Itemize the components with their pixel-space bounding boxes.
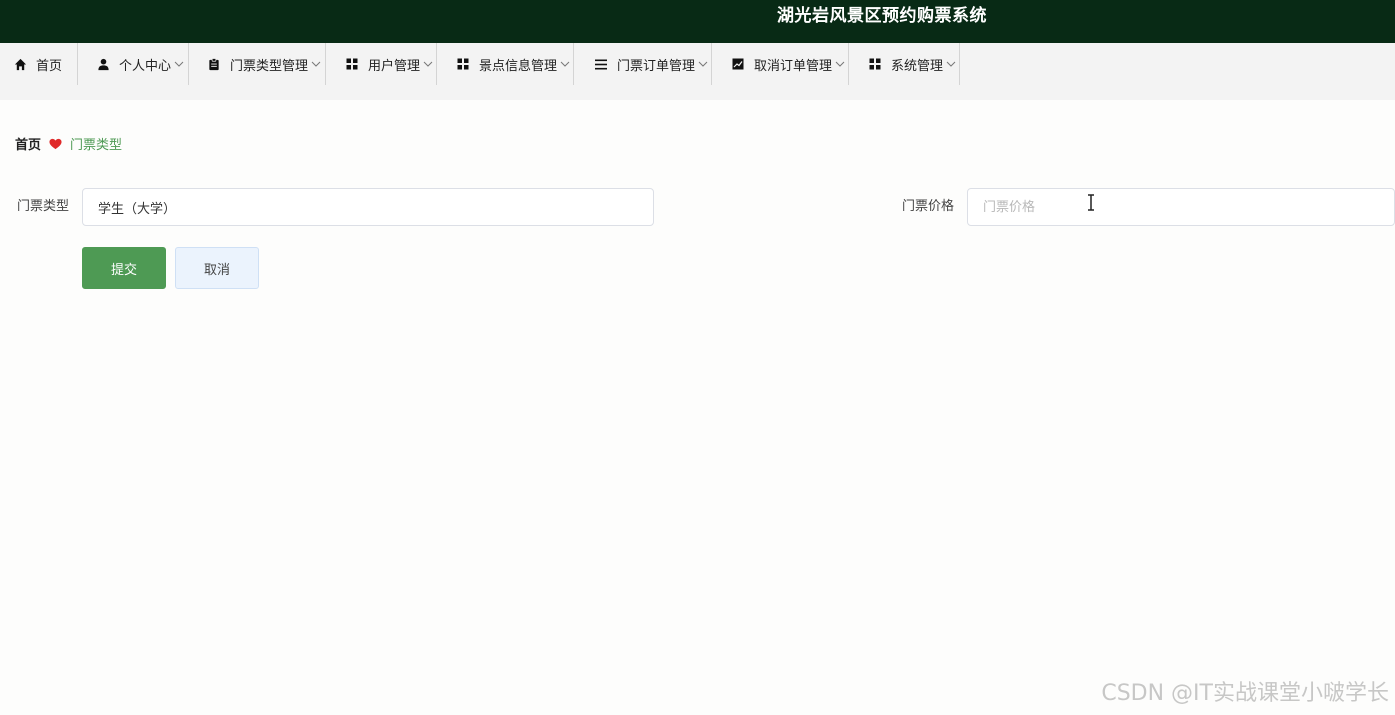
ticket-type-input[interactable] xyxy=(82,188,654,226)
chevron-down-icon xyxy=(835,61,845,67)
main-nav: 首页 个人中心 门票类型管理 用户管理 景点信息管理 门票订单管理 取消订单管理… xyxy=(0,43,1395,100)
nav-item-label: 首页 xyxy=(36,58,63,74)
heart-icon xyxy=(49,138,62,150)
nav-item-label: 取消订单管理 xyxy=(754,58,833,74)
submit-button[interactable]: 提交 xyxy=(82,247,166,289)
nav-item-label: 用户管理 xyxy=(368,58,421,74)
nav-item-home[interactable]: 首页 xyxy=(0,43,78,85)
user-icon xyxy=(96,57,110,71)
chevron-down-icon xyxy=(698,61,708,67)
nav-item-cancel-order-management[interactable]: 取消订单管理 xyxy=(712,43,849,85)
chevron-down-icon xyxy=(174,61,184,67)
ticket-price-label: 门票价格 xyxy=(902,199,955,214)
grid-icon xyxy=(456,57,470,71)
grid-icon xyxy=(868,57,882,71)
chevron-down-icon xyxy=(560,61,570,67)
chevron-down-icon xyxy=(311,61,321,67)
watermark-text: CSDN @IT实战课堂小啵学长 xyxy=(1101,681,1389,706)
nav-item-user-management[interactable]: 用户管理 xyxy=(326,43,437,85)
home-icon xyxy=(13,57,27,71)
breadcrumb-current: 门票类型 xyxy=(70,138,123,153)
nav-item-label: 门票类型管理 xyxy=(230,58,309,74)
chevron-down-icon xyxy=(946,61,956,67)
nav-item-scenic-info-management[interactable]: 景点信息管理 xyxy=(437,43,574,85)
ticket-type-label: 门票类型 xyxy=(17,199,70,214)
app-title: 湖光岩风景区预约购票系统 xyxy=(777,6,987,26)
text-cursor-icon xyxy=(1086,194,1096,215)
nav-item-label: 个人中心 xyxy=(119,58,172,74)
cancel-button[interactable]: 取消 xyxy=(175,247,259,289)
nav-item-ticket-order-management[interactable]: 门票订单管理 xyxy=(574,43,712,85)
ticket-price-input[interactable] xyxy=(967,188,1395,226)
nav-item-label: 系统管理 xyxy=(891,58,944,74)
breadcrumb: 首页 门票类型 xyxy=(15,134,122,153)
nav-item-ticket-type-management[interactable]: 门票类型管理 xyxy=(189,43,326,85)
breadcrumb-home[interactable]: 首页 xyxy=(15,134,41,153)
clipboard-icon xyxy=(207,57,221,71)
chevron-down-icon xyxy=(423,61,433,67)
grid-icon xyxy=(345,57,359,71)
header-bar: 湖光岩风景区预约购票系统 xyxy=(0,0,1395,43)
nav-item-personal-center[interactable]: 个人中心 xyxy=(78,43,189,85)
chart-icon xyxy=(731,57,745,71)
nav-item-system-management[interactable]: 系统管理 xyxy=(849,43,960,85)
nav-item-label: 门票订单管理 xyxy=(617,58,696,74)
list-icon xyxy=(594,57,608,71)
nav-item-label: 景点信息管理 xyxy=(479,58,558,74)
